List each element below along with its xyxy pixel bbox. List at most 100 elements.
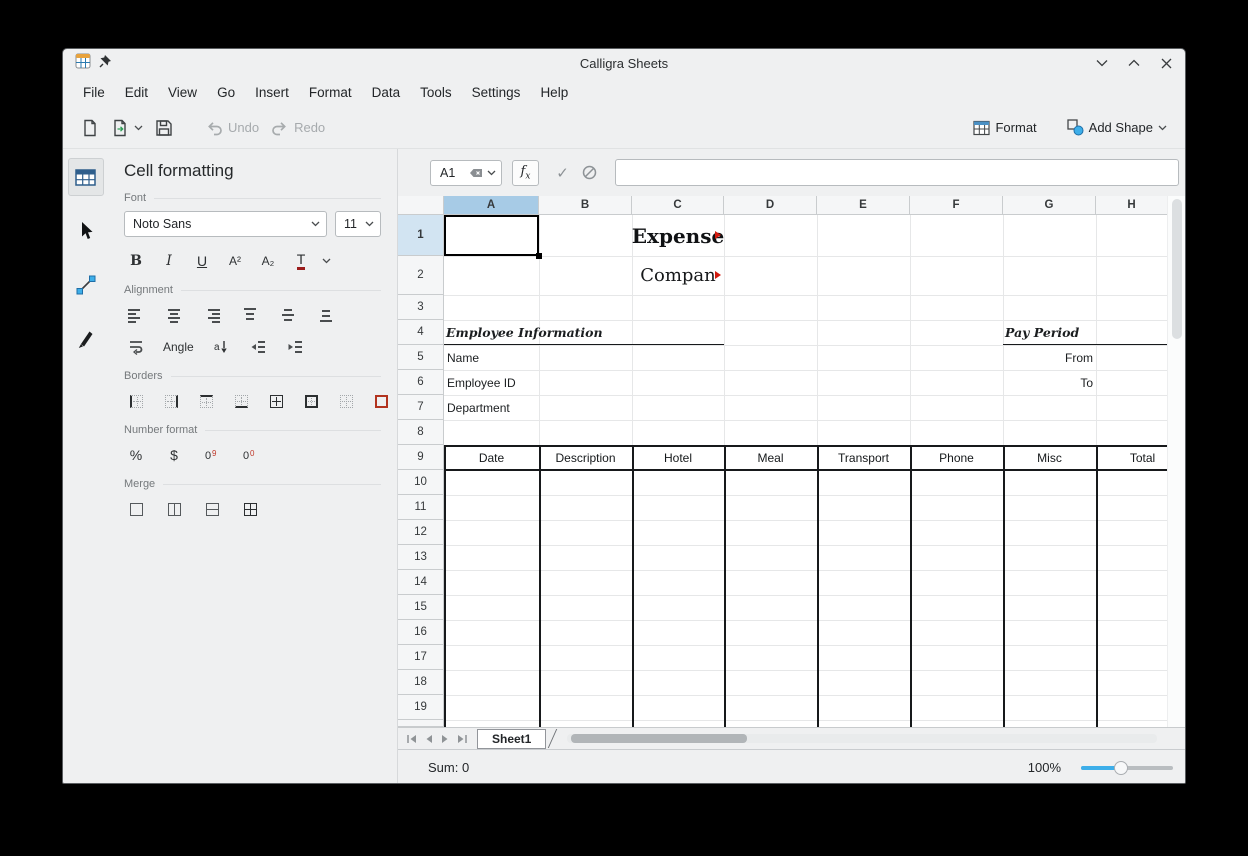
- cell-E9-transport[interactable]: Transport: [817, 445, 910, 470]
- cell-H9-total[interactable]: Total: [1096, 445, 1167, 470]
- formula-builder-button[interactable]: fx: [512, 160, 539, 186]
- align-middle-button[interactable]: [276, 303, 300, 327]
- superscript-button[interactable]: A²: [223, 249, 247, 273]
- row-header-3[interactable]: 3: [398, 295, 444, 320]
- selection-handle[interactable]: [536, 253, 542, 259]
- column-header-E[interactable]: E: [817, 196, 910, 215]
- redo-button[interactable]: Redo: [265, 114, 331, 141]
- currency-format-button[interactable]: $: [162, 443, 186, 467]
- zoom-slider[interactable]: [1081, 766, 1173, 770]
- increase-indent-button[interactable]: [283, 335, 307, 359]
- align-left-button[interactable]: [124, 303, 148, 327]
- merge-cells-button[interactable]: [124, 497, 148, 521]
- border-color-button[interactable]: [369, 389, 393, 413]
- row-header-7[interactable]: 7: [398, 395, 444, 420]
- vertical-scrollbar-thumb[interactable]: [1172, 199, 1182, 339]
- cell-G4-pay-period[interactable]: Pay Period: [1005, 320, 1079, 345]
- row-header-13[interactable]: 13: [398, 545, 444, 570]
- connector-tool-button[interactable]: [68, 266, 104, 304]
- maximize-icon[interactable]: [1127, 56, 1141, 70]
- sheet-grid[interactable]: A B C D E F G H 1 2 3 4 5 6 7 8: [398, 196, 1167, 727]
- row-header-20-partial[interactable]: [398, 720, 444, 727]
- menu-file[interactable]: File: [73, 80, 115, 105]
- row-header-19[interactable]: 19: [398, 695, 444, 720]
- cell-A5-name[interactable]: Name: [447, 345, 479, 370]
- next-sheet-button[interactable]: [437, 730, 454, 747]
- row-header-14[interactable]: 14: [398, 570, 444, 595]
- align-bottom-button[interactable]: [314, 303, 338, 327]
- font-size-select[interactable]: 11: [335, 211, 381, 237]
- vertical-text-button[interactable]: a: [209, 335, 233, 359]
- new-document-button[interactable]: [75, 114, 105, 142]
- column-header-G[interactable]: G: [1003, 196, 1096, 215]
- cell-G9-misc[interactable]: Misc: [1003, 445, 1096, 470]
- formula-input[interactable]: [615, 159, 1179, 186]
- cell-C9-hotel[interactable]: Hotel: [632, 445, 724, 470]
- merge-vertical-button[interactable]: [200, 497, 224, 521]
- dissociate-cells-button[interactable]: [238, 497, 262, 521]
- column-header-D[interactable]: D: [724, 196, 817, 215]
- border-none-button[interactable]: [334, 389, 358, 413]
- merge-horizontal-button[interactable]: [162, 497, 186, 521]
- cell-C2-company[interactable]: Compan: [632, 256, 724, 295]
- menu-data[interactable]: Data: [362, 80, 411, 105]
- angle-button[interactable]: Angle: [161, 335, 196, 359]
- subscript-button[interactable]: A₂: [256, 249, 280, 273]
- align-right-button[interactable]: [200, 303, 224, 327]
- menu-insert[interactable]: Insert: [245, 80, 299, 105]
- sheet-tab-sheet1[interactable]: Sheet1: [477, 729, 546, 749]
- menu-view[interactable]: View: [158, 80, 207, 105]
- font-family-select[interactable]: Noto Sans: [124, 211, 327, 237]
- cell-D9-meal[interactable]: Meal: [724, 445, 817, 470]
- minimize-icon[interactable]: [1095, 56, 1109, 70]
- border-all-button[interactable]: [264, 389, 288, 413]
- calligraphy-tool-button[interactable]: [68, 320, 104, 358]
- column-header-F[interactable]: F: [910, 196, 1003, 215]
- row-header-2[interactable]: 2: [398, 256, 444, 295]
- text-color-button[interactable]: T: [289, 249, 313, 273]
- percent-format-button[interactable]: %: [124, 443, 148, 467]
- cell-reference-combobox[interactable]: A1: [430, 160, 502, 186]
- cell-G6-to[interactable]: To: [1003, 370, 1093, 395]
- cell-A6-employee-id[interactable]: Employee ID: [447, 370, 516, 395]
- column-header-C[interactable]: C: [632, 196, 724, 215]
- menu-tools[interactable]: Tools: [410, 80, 462, 105]
- accept-entry-button[interactable]: ✓: [549, 160, 576, 186]
- menu-edit[interactable]: Edit: [115, 80, 158, 105]
- pin-icon[interactable]: [99, 54, 112, 73]
- add-shape-button[interactable]: Add Shape: [1061, 114, 1173, 141]
- cell-A4-employee-information[interactable]: Employee Information: [446, 320, 603, 345]
- cell-tool-button[interactable]: [68, 158, 104, 196]
- italic-button[interactable]: I: [157, 249, 181, 273]
- cell-C1-expense-title[interactable]: Expense: [632, 215, 724, 256]
- cell-A9-date[interactable]: Date: [444, 445, 539, 470]
- row-header-5[interactable]: 5: [398, 345, 444, 370]
- cell-B9-description[interactable]: Description: [539, 445, 632, 470]
- bold-button[interactable]: B: [124, 249, 148, 273]
- zoom-slider-thumb[interactable]: [1114, 761, 1128, 775]
- menu-go[interactable]: Go: [207, 80, 245, 105]
- row-header-1[interactable]: 1: [398, 215, 444, 256]
- border-bottom-button[interactable]: [229, 389, 253, 413]
- menu-help[interactable]: Help: [530, 80, 578, 105]
- row-header-9[interactable]: 9: [398, 445, 444, 470]
- vertical-scrollbar[interactable]: [1167, 196, 1185, 727]
- undo-button[interactable]: Undo: [199, 114, 265, 141]
- select-all-corner[interactable]: [398, 196, 444, 215]
- cell-G5-from[interactable]: From: [1003, 345, 1093, 370]
- format-button[interactable]: Format: [967, 115, 1042, 141]
- row-header-12[interactable]: 12: [398, 520, 444, 545]
- underline-button[interactable]: U: [190, 249, 214, 273]
- horizontal-scrollbar-thumb[interactable]: [571, 734, 747, 743]
- row-header-11[interactable]: 11: [398, 495, 444, 520]
- cell-F9-phone[interactable]: Phone: [910, 445, 1003, 470]
- align-center-button[interactable]: [162, 303, 186, 327]
- row-header-10[interactable]: 10: [398, 470, 444, 495]
- row-header-18[interactable]: 18: [398, 670, 444, 695]
- horizontal-scrollbar[interactable]: [567, 734, 1157, 743]
- row-header-15[interactable]: 15: [398, 595, 444, 620]
- selected-cell-A1[interactable]: [444, 215, 539, 256]
- row-header-16[interactable]: 16: [398, 620, 444, 645]
- border-top-button[interactable]: [194, 389, 218, 413]
- decrease-precision-button[interactable]: 00: [238, 443, 262, 467]
